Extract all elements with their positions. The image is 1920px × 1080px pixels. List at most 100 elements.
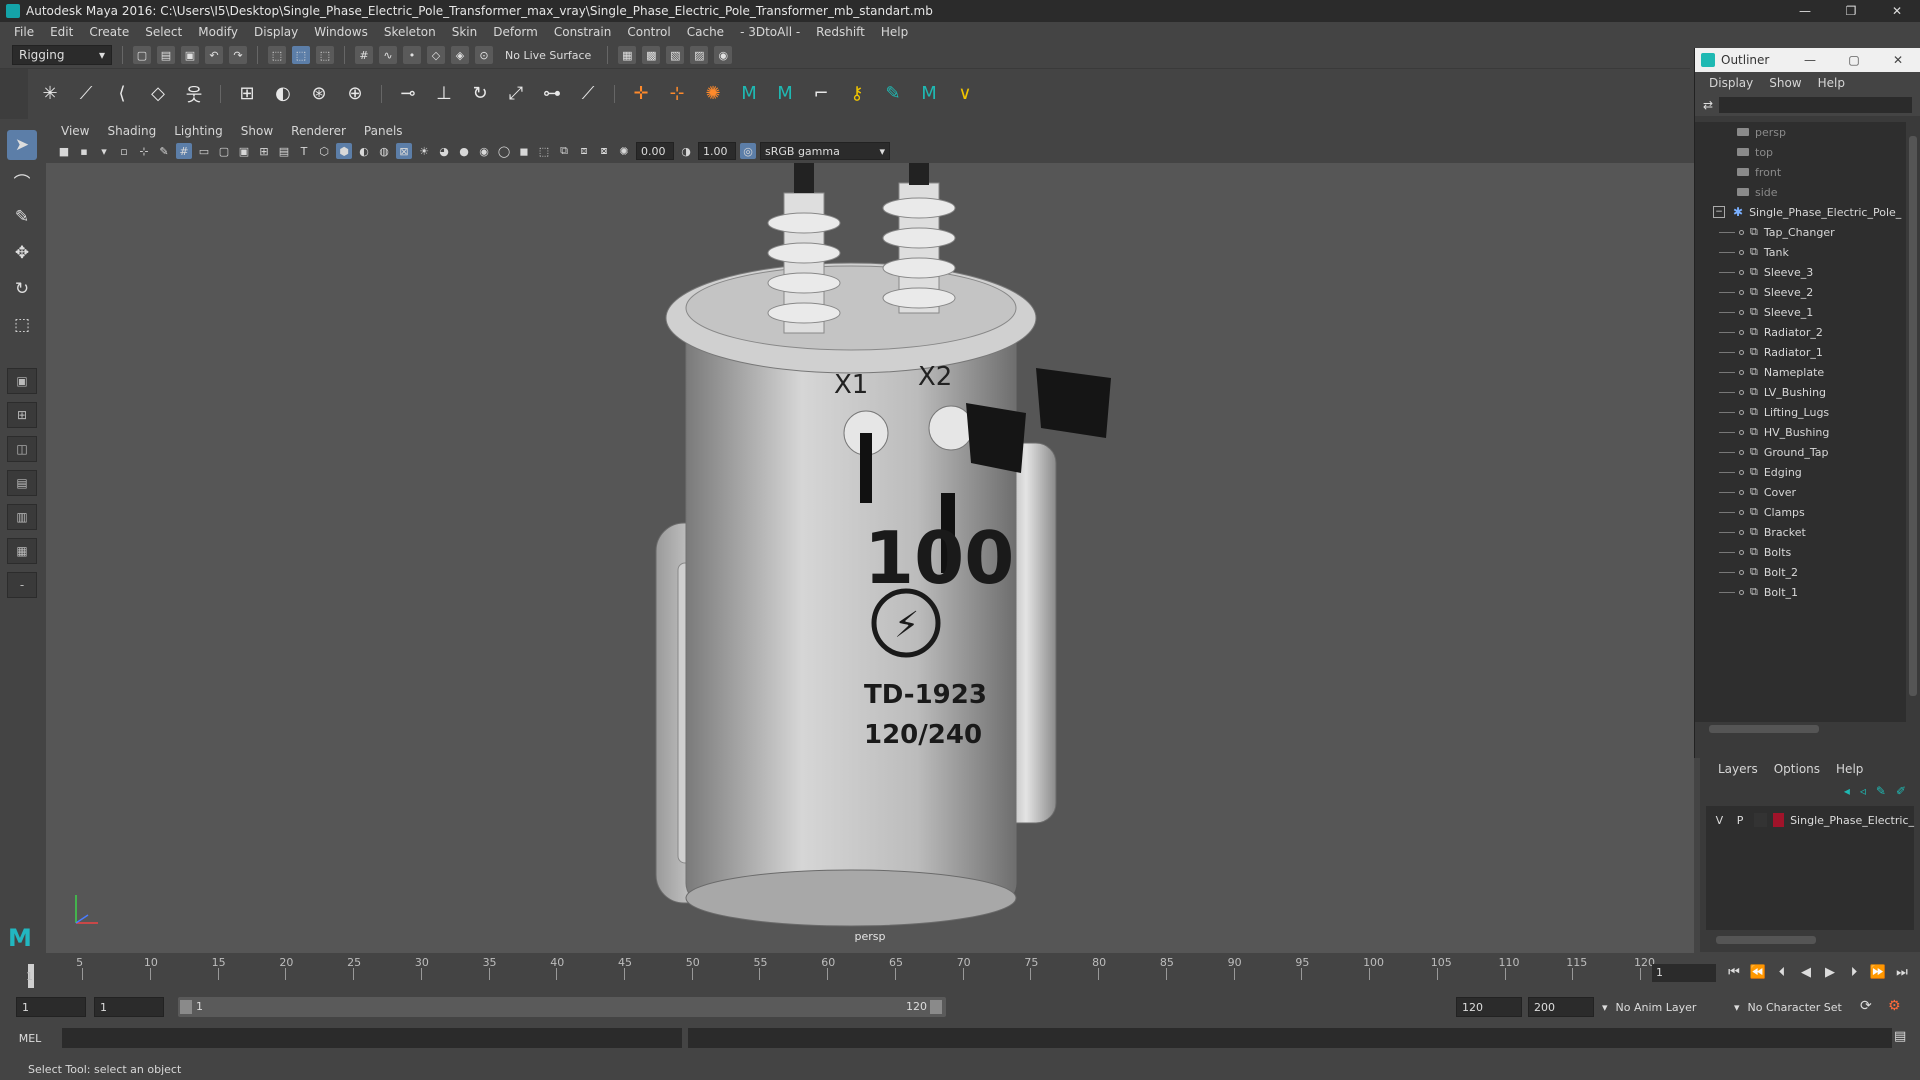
live-surface-label[interactable]: No Live Surface (499, 49, 597, 62)
aim-constraint-icon[interactable]: ⊥ (430, 80, 458, 108)
undo-icon[interactable]: ↶ (205, 46, 223, 64)
render-settings-icon[interactable]: ▦ (618, 46, 637, 64)
snap-surface-icon[interactable]: ◈ (451, 46, 469, 64)
anim-layer-dropdown[interactable]: ▾ No Anim Layer (1602, 997, 1742, 1017)
maya-script-2-icon[interactable]: M (771, 80, 799, 108)
locator-joint-icon[interactable]: ⊹ (663, 80, 691, 108)
render-view-icon[interactable]: ▨ (690, 46, 709, 64)
lattice-icon[interactable]: ⊛ (305, 80, 333, 108)
use-all-lights-icon[interactable]: ☀ (416, 143, 432, 159)
shadows-icon[interactable]: ◕ (436, 143, 452, 159)
script-editor-icon[interactable]: ▤ (1894, 1029, 1912, 1047)
exposure-field[interactable]: 0.00 (636, 142, 674, 160)
bookmark-icon[interactable]: ▾ (96, 143, 112, 159)
current-frame-field[interactable]: 1 (1652, 964, 1716, 982)
range-slider[interactable]: 1 120 (178, 997, 946, 1017)
panel-menu-show[interactable]: Show (232, 124, 282, 138)
ambient-occlusion-icon[interactable]: ● (456, 143, 472, 159)
panel-menu-renderer[interactable]: Renderer (282, 124, 355, 138)
image-plane-icon[interactable]: ▫ (116, 143, 132, 159)
wireframe-icon[interactable]: ⬡ (316, 143, 332, 159)
camera-lock-icon[interactable]: ▪ (76, 143, 92, 159)
menu-control[interactable]: Control (619, 25, 678, 39)
field-chart-icon[interactable]: ⊞ (256, 143, 272, 159)
persp-graph-layout-icon[interactable]: ▥ (7, 504, 37, 530)
outliner-item-tank[interactable]: ⧉ Tank (1695, 242, 1907, 262)
scale-constraint-icon[interactable]: ⤢ (502, 80, 530, 108)
isolate-select-icon[interactable]: ⬚ (536, 143, 552, 159)
shelf-handle[interactable] (0, 69, 28, 119)
menu-create[interactable]: Create (81, 25, 137, 39)
menu-help[interactable]: Help (873, 25, 916, 39)
outliner-horizontal-scrollbar[interactable] (1695, 722, 1907, 736)
safe-title-icon[interactable]: T (296, 143, 312, 159)
render-frame-icon[interactable]: ▩ (642, 46, 661, 64)
step-forward-frame-icon[interactable]: ⏵ (1844, 962, 1864, 982)
gamma-field[interactable]: 1.00 (698, 142, 736, 160)
menu-3dtoall[interactable]: - 3DtoAll - (732, 25, 808, 39)
ik-handle-icon[interactable]: ⟋ (72, 80, 100, 108)
outliner-item-clamps[interactable]: ⧉ Clamps (1695, 502, 1907, 522)
outliner-vertical-scrollbar[interactable] (1906, 122, 1920, 722)
film-gate-icon[interactable]: ▭ (196, 143, 212, 159)
grease-pencil-icon[interactable]: ✎ (156, 143, 172, 159)
live-surface-icon[interactable]: ⊙ (475, 46, 493, 64)
outliner-item-bracket[interactable]: ⧉ Bracket (1695, 522, 1907, 542)
outliner-item-bolt-1[interactable]: ⧉ Bolt_1 (1695, 582, 1907, 602)
orient-constraint-icon[interactable]: ↻ (466, 80, 494, 108)
animation-start-field[interactable]: 1 (16, 997, 86, 1017)
grid-toggle-icon[interactable]: # (176, 143, 192, 159)
layer-visibility-toggle[interactable]: V (1712, 814, 1727, 827)
mirror-joint-icon[interactable]: ◇ (144, 80, 172, 108)
textured-icon[interactable]: ◍ (376, 143, 392, 159)
open-scene-icon[interactable]: ▤ (157, 46, 175, 64)
range-end-handle[interactable] (930, 1000, 942, 1014)
xray-icon[interactable]: ⧉ (556, 143, 572, 159)
menu-skeleton[interactable]: Skeleton (376, 25, 444, 39)
color-management-icon[interactable]: ◎ (740, 143, 756, 159)
outliner-maximize-button[interactable]: ▢ (1832, 48, 1876, 72)
gamma-icon[interactable]: ◑ (678, 143, 694, 159)
outliner-menu-show[interactable]: Show (1761, 76, 1809, 90)
2d-pan-zoom-icon[interactable]: ⊹ (136, 143, 152, 159)
layer-reference-toggle[interactable] (1753, 813, 1767, 827)
menu-select[interactable]: Select (137, 25, 190, 39)
auto-key-icon[interactable]: ⟳ (1860, 998, 1872, 1014)
outliner-menu-help[interactable]: Help (1810, 76, 1853, 90)
playback-end-field[interactable]: 120 (1456, 997, 1522, 1017)
layer-horizontal-scrollbar[interactable] (1706, 934, 1914, 946)
maya-script-3-icon[interactable]: M (915, 80, 943, 108)
play-forward-icon[interactable]: ▶ (1820, 962, 1840, 982)
pole-vector-icon[interactable]: ⟋ (574, 80, 602, 108)
menu-file[interactable]: File (6, 25, 42, 39)
single-view-layout-icon[interactable]: ▣ (7, 368, 37, 394)
snap-curve-icon[interactable]: ∿ (379, 46, 397, 64)
outliner-item-edging[interactable]: ⧉ Edging (1695, 462, 1907, 482)
outliner-item-bolts[interactable]: ⧉ Bolts (1695, 542, 1907, 562)
outliner-item-sleeve-2[interactable]: ⧉ Sleeve_2 (1695, 282, 1907, 302)
animation-preferences-icon[interactable]: ⚙ (1888, 998, 1901, 1014)
key-tool-icon[interactable]: ⚷ (843, 80, 871, 108)
outliner-item-ground-tap[interactable]: ⧉ Ground_Tap (1695, 442, 1907, 462)
brush-tool-icon[interactable]: ✎ (879, 80, 907, 108)
select-hierarchy-icon[interactable]: ⬚ (268, 46, 286, 64)
redo-icon[interactable]: ↷ (229, 46, 247, 64)
snap-view-icon[interactable]: ◇ (427, 46, 445, 64)
side-by-side-layout-icon[interactable]: ◫ (7, 436, 37, 462)
move-layer-up-icon[interactable]: ◂ (1844, 784, 1850, 798)
snap-grid-icon[interactable]: # (355, 46, 373, 64)
outliner-item-persp[interactable]: persp (1695, 122, 1907, 142)
menu-deform[interactable]: Deform (485, 25, 546, 39)
paint-weights-icon[interactable]: ◐ (269, 80, 297, 108)
outliner-search-input[interactable] (1719, 97, 1912, 113)
persp-viewport[interactable]: X1 X2 100 ⚡ TD-1923 120/240 persp (46, 163, 1694, 953)
move-layer-down-icon[interactable]: ◃ (1860, 784, 1866, 798)
outliner-item-top[interactable]: top (1695, 142, 1907, 162)
parent-constraint-icon[interactable]: ⊶ (538, 80, 566, 108)
panel-menu-lighting[interactable]: Lighting (165, 124, 232, 138)
humanik-icon[interactable]: 웃 (180, 80, 208, 108)
time-slider-track[interactable]: 1 5 10 15 20 25 30 35 40 45 50 55 60 65 70 75 80 85 90 95 1… (26, 954, 1655, 988)
resolution-gate-icon[interactable]: ▢ (216, 143, 232, 159)
outliner-minimize-button[interactable]: — (1788, 48, 1832, 72)
outliner-item-nameplate[interactable]: ⧉ Nameplate (1695, 362, 1907, 382)
